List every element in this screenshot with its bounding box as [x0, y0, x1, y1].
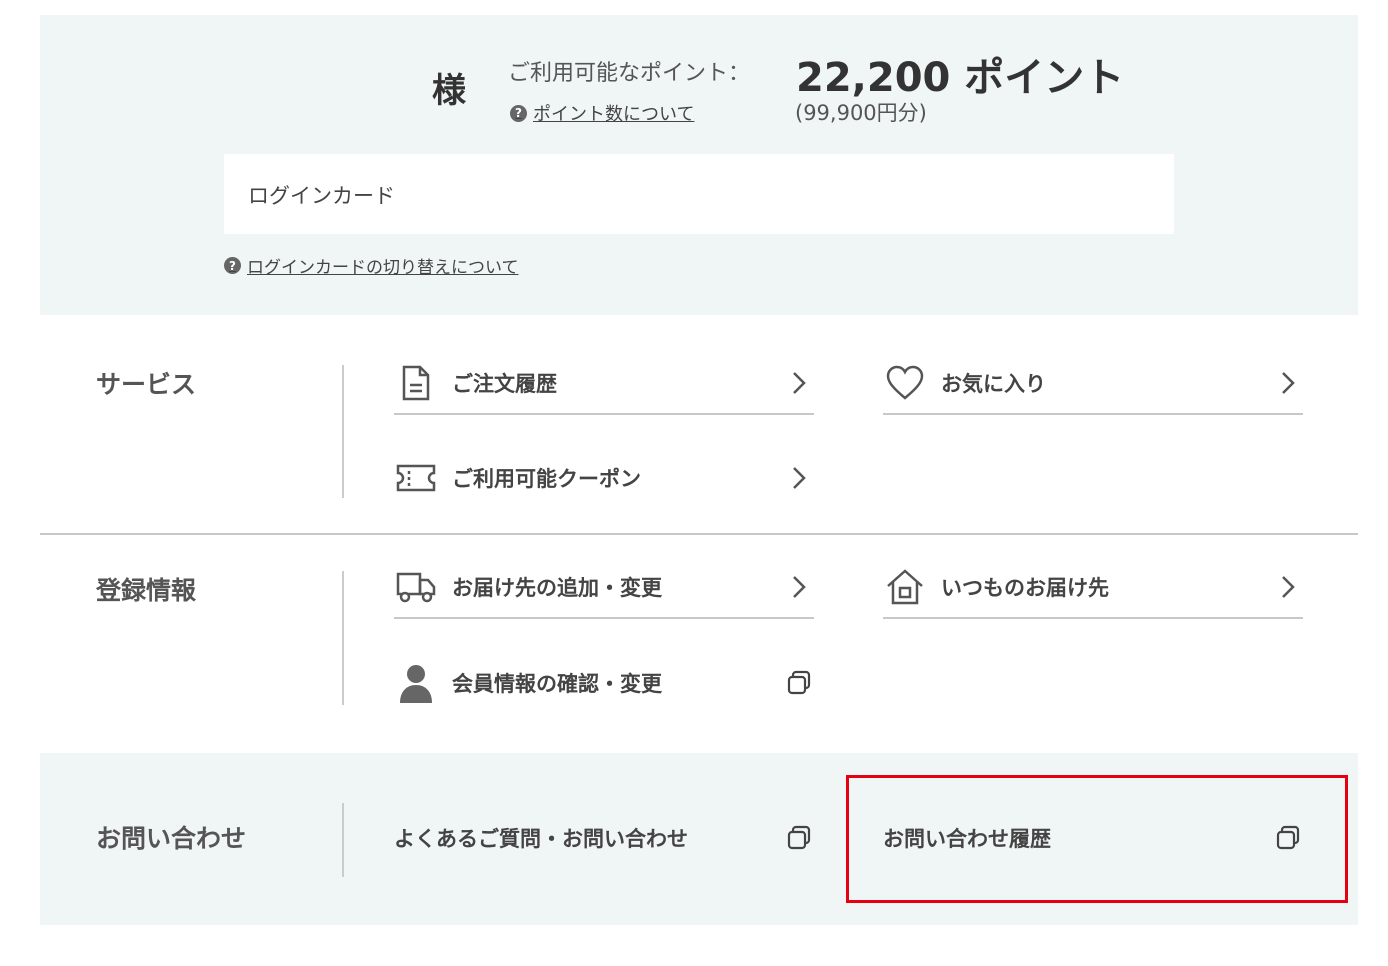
services-title: サービス: [96, 370, 197, 399]
section-divider: [342, 571, 344, 705]
faq-contact-label: よくあるご質問・お問い合わせ: [394, 827, 688, 851]
delivery-address-label: お届け先の追加・変更: [452, 576, 662, 600]
external-window-icon: [787, 825, 811, 850]
question-icon: ?: [510, 104, 527, 122]
registration-section: 登録情報 お届け先の追加・変更 いつものお届け先 会員情報の確認・変更: [40, 535, 1358, 753]
highlight-box: [846, 775, 1348, 903]
faq-contact-link[interactable]: よくあるご質問・お問い合わせ: [394, 808, 814, 868]
points-panel: 様 ご利用可能なポイント： 22,200 ポイント (99,900円分) ? ポ…: [40, 15, 1358, 315]
document-icon: [394, 361, 438, 405]
favorites-link[interactable]: お気に入り: [883, 353, 1303, 415]
usual-address-link[interactable]: いつものお届け先: [883, 557, 1303, 619]
login-card-label: ログインカード: [248, 184, 395, 208]
chevron-right-icon: [793, 576, 806, 598]
coupons-label: ご利用可能クーポン: [452, 467, 641, 491]
points-yen-value: (99,900円分): [795, 101, 927, 125]
chevron-right-icon: [1282, 372, 1295, 394]
delivery-address-link[interactable]: お届け先の追加・変更: [394, 557, 814, 619]
usual-address-label: いつものお届け先: [941, 576, 1109, 600]
section-divider: [342, 803, 344, 877]
order-history-label: ご注文履歴: [452, 372, 557, 396]
coupons-link[interactable]: ご利用可能クーポン: [394, 448, 814, 508]
login-card-box[interactable]: ログインカード: [224, 154, 1174, 234]
honorific: 様: [432, 71, 466, 111]
points-value: 22,200 ポイント: [796, 55, 1125, 101]
points-help-link[interactable]: ? ポイント数について: [510, 100, 694, 126]
order-history-link[interactable]: ご注文履歴: [394, 353, 814, 415]
section-divider: [342, 365, 344, 498]
person-icon: [394, 661, 438, 705]
chevron-right-icon: [793, 372, 806, 394]
house-icon: [883, 565, 927, 609]
favorites-label: お気に入り: [941, 372, 1046, 396]
member-info-label: 会員情報の確認・変更: [452, 672, 662, 696]
heart-icon: [883, 361, 927, 405]
login-card-help-label: ログインカードの切り替えについて: [247, 258, 519, 278]
member-info-link[interactable]: 会員情報の確認・変更: [394, 653, 814, 713]
chevron-right-icon: [793, 467, 806, 489]
login-card-help-link[interactable]: ? ログインカードの切り替えについて: [224, 253, 519, 278]
points-label: ご利用可能なポイント：: [508, 61, 751, 86]
chevron-right-icon: [1282, 576, 1295, 598]
services-section: サービス ご注文履歴 お気に入り ご利用可能クーポン: [40, 315, 1358, 533]
external-window-icon: [787, 670, 811, 695]
question-icon: ?: [224, 257, 241, 274]
coupon-icon: [394, 456, 438, 500]
points-help-label: ポイント数について: [533, 104, 695, 125]
registration-title: 登録情報: [96, 576, 197, 605]
contact-title: お問い合わせ: [96, 824, 247, 853]
truck-icon: [394, 565, 438, 609]
